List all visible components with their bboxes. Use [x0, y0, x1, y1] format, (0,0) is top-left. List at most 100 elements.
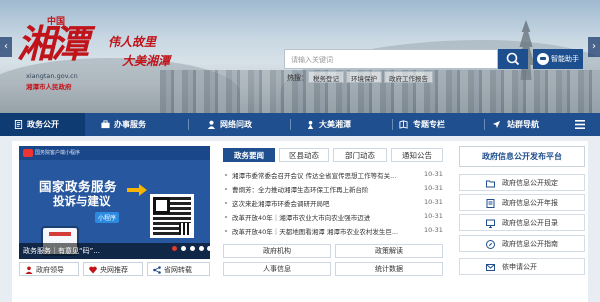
carousel-dot[interactable]	[172, 246, 177, 251]
statistics-data-button[interactable]: 统计数据	[335, 262, 443, 276]
nav-divider	[188, 119, 189, 130]
compass-icon	[486, 240, 495, 249]
policy-interpretation-button[interactable]: 政策解读	[335, 244, 443, 258]
nav-item-online-inquiry[interactable]: 网络问政	[190, 113, 290, 136]
app-logo-icon	[23, 149, 33, 157]
qr-code-image	[150, 194, 194, 238]
nav-item-special-topics[interactable]: 专题专栏	[394, 113, 484, 136]
slogan-line1: 伟人故里	[108, 35, 157, 49]
news-title[interactable]: 改革开放40年｜天都地图看湘潭 湘潭市农业农村发生巨...	[232, 226, 412, 236]
info-panel-label: 依申请公开	[502, 263, 537, 271]
news-title[interactable]: 改革开放40年｜湘潭市农业大市向农业强市迈进	[232, 212, 412, 222]
info-panel-label: 政府信息公开目录	[502, 219, 558, 227]
news-title[interactable]: 湘潭市委常委会召开会议 传达全省宣传思想工作等有关...	[232, 170, 412, 180]
news-list-item[interactable]: 曹炯芳：全力推动湘潭生态环保工作再上新台阶 10-31	[225, 184, 447, 194]
info-panel-item[interactable]: 政府信息公开目录	[459, 214, 585, 231]
quick-link-label: 政府领导	[36, 266, 64, 274]
hot-search-item[interactable]: 税务登记	[308, 71, 344, 83]
quick-link-provincial-repost[interactable]: 省网转载	[147, 262, 210, 276]
banner-next-arrow-icon[interactable]: ›	[588, 37, 600, 57]
news-date: 10-31	[424, 184, 443, 192]
info-disclosure-platform-title[interactable]: 政府信息公开发布平台	[459, 146, 585, 167]
header-banner: ‹ › 中国 湘潭 xiangtan.gov.cn 湘潭市人民政府 伟人故里 大…	[0, 0, 600, 113]
carousel-dot[interactable]	[199, 246, 204, 251]
quick-link-label: 省网转载	[164, 266, 192, 274]
carousel-subtitle: 投诉与建议	[53, 194, 111, 208]
share-icon	[153, 266, 161, 274]
news-carousel[interactable]: 国务院客户端小程序 国家政务服务 投诉与建议 小程序 政务服务｜有意见“码”..…	[19, 146, 210, 259]
nav-item-services[interactable]: 办事服务	[85, 113, 185, 136]
nav-label: 办事服务	[114, 120, 146, 129]
mail-icon	[486, 264, 495, 271]
tab-gov-news[interactable]: 政务要闻	[223, 148, 275, 162]
hot-search-item[interactable]: 环境保护	[346, 71, 382, 83]
nav-item-site-navigation[interactable]: 站群导航	[486, 113, 566, 136]
tab-department-news[interactable]: 部门动态	[333, 148, 387, 162]
search-input[interactable]	[291, 53, 491, 66]
briefcase-icon	[101, 120, 110, 129]
quick-link-gov-leaders[interactable]: 政府领导	[19, 262, 79, 276]
bullet	[225, 216, 227, 218]
main-nav: 政务公开 办事服务 网络问政 大美湘潭 专题专栏 站群导航	[0, 113, 600, 136]
carousel-dot[interactable]	[207, 246, 212, 251]
nav-label: 站群导航	[507, 120, 539, 129]
tab-county-news[interactable]: 区县动态	[279, 148, 329, 162]
document-icon	[14, 120, 23, 129]
info-panel-label: 政府信息公开指南	[502, 240, 558, 248]
banner-prev-arrow-icon[interactable]: ‹	[0, 37, 12, 57]
bullet	[225, 174, 227, 176]
info-panel-label: 政府信息公开年报	[502, 199, 558, 207]
news-list-item[interactable]: 湘潭市委常委会召开会议 传达全省宣传思想工作等有关... 10-31	[225, 170, 447, 180]
news-date: 10-31	[424, 198, 443, 206]
nav-item-gov-affairs[interactable]: 政务公开	[0, 113, 85, 136]
nav-divider	[392, 119, 393, 130]
bullet	[225, 188, 227, 190]
news-title[interactable]: 这次来赴湘潭市环委会调研开局吧	[232, 198, 412, 208]
menu-icon[interactable]	[575, 120, 585, 129]
nav-divider	[290, 119, 291, 130]
search-box	[284, 49, 498, 69]
bullet	[225, 230, 227, 232]
carousel-dot[interactable]	[190, 246, 195, 251]
info-panel-item[interactable]: 政府信息公开指南	[459, 235, 585, 252]
carousel-caption[interactable]: 政务服务｜有意见“码”...	[23, 246, 100, 256]
arrow-right-icon	[127, 184, 147, 196]
news-list-item[interactable]: 改革开放40年｜天都地图看湘潭 湘潭市农业农村发生巨... 10-31	[225, 226, 447, 236]
nav-label: 专题专栏	[413, 120, 445, 129]
personnel-info-button[interactable]: 人事信息	[223, 262, 331, 276]
carousel-sub-label: 国务院客户端小程序	[35, 150, 81, 156]
site-logo[interactable]: 湘潭	[17, 18, 117, 70]
folder-icon	[486, 180, 495, 188]
news-title[interactable]: 曹炯芳：全力推动湘潭生态环保工作再上新台阶	[232, 184, 412, 194]
news-date: 10-31	[424, 226, 443, 234]
nav-item-beautiful-xiangtan[interactable]: 大美湘潭	[292, 113, 392, 136]
tab-notices[interactable]: 通知公告	[391, 148, 443, 162]
smart-assistant-label: 智能助手	[551, 55, 579, 63]
monitor-icon	[486, 219, 495, 228]
quick-link-label: 央网推荐	[100, 266, 128, 274]
navigation-icon	[492, 120, 501, 129]
logo-org-name: 湘潭市人民政府	[26, 83, 72, 91]
topics-icon	[399, 120, 408, 129]
search-button[interactable]	[498, 49, 528, 69]
leader-icon	[25, 266, 33, 274]
hot-search-item[interactable]: 政府工作报告	[384, 71, 433, 83]
info-panel-item[interactable]: 依申请公开	[459, 258, 585, 275]
nav-divider	[484, 119, 485, 130]
hot-search-label: 热搜：	[287, 74, 308, 82]
nav-label: 大美湘潭	[319, 120, 351, 129]
info-panel-item[interactable]: 政府信息公开规定	[459, 174, 585, 191]
news-date: 10-31	[424, 212, 443, 220]
nav-label: 政务公开	[27, 120, 59, 129]
slogan-line2: 大美湘潭	[122, 54, 171, 68]
info-panel-item[interactable]: 政府信息公开年报	[459, 194, 585, 211]
news-list-item[interactable]: 改革开放40年｜湘潭市农业大市向农业强市迈进 10-31	[225, 212, 447, 222]
gov-institutions-button[interactable]: 政府机构	[223, 244, 331, 258]
info-panel-label: 政府信息公开规定	[502, 179, 558, 187]
news-date: 10-31	[424, 170, 443, 178]
quick-link-central-recommend[interactable]: 央网推荐	[83, 262, 143, 276]
report-icon	[486, 199, 495, 208]
smart-assistant-button[interactable]: 智能助手	[533, 49, 583, 69]
carousel-dot[interactable]	[181, 246, 186, 251]
news-list-item[interactable]: 这次来赴湘潭市环委会调研开局吧 10-31	[225, 198, 447, 208]
